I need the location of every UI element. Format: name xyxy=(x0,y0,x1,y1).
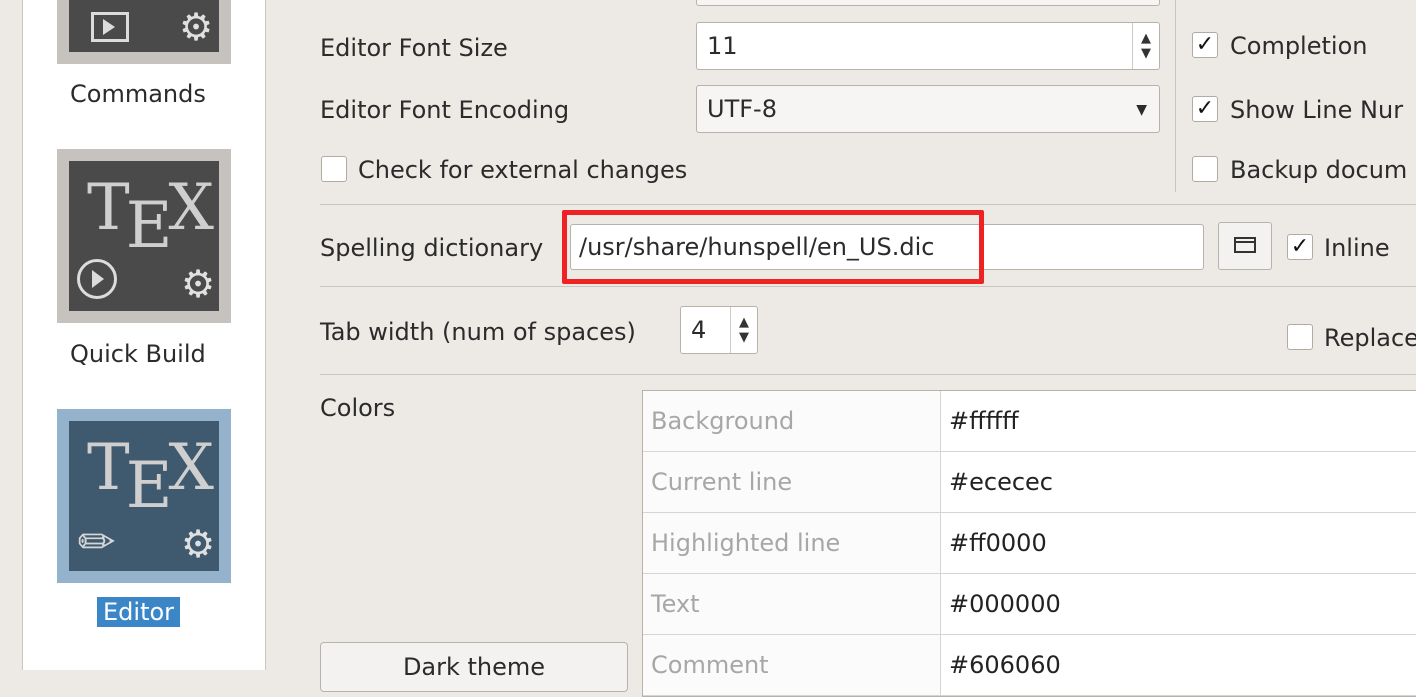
chevron-down-icon: ▼ xyxy=(1136,102,1147,118)
backup-label: Backup docum xyxy=(1230,156,1408,184)
color-name: Background xyxy=(643,391,941,451)
spin-arrows[interactable]: ▲ ▼ xyxy=(1132,23,1159,69)
font-size-value: 11 xyxy=(707,32,738,60)
font-size-label: Editor Font Size xyxy=(320,34,508,62)
table-row[interactable]: Background #ffffff xyxy=(643,391,1416,452)
play-icon xyxy=(91,12,129,42)
inline-label: Inline xyxy=(1324,234,1390,262)
completion-checkbox[interactable]: ✓ xyxy=(1192,32,1218,58)
backup-checkbox[interactable] xyxy=(1192,156,1218,182)
table-row[interactable]: Text #000000 xyxy=(643,574,1416,635)
completion-label: Completion xyxy=(1230,32,1368,60)
tex-logo-icon: TEX xyxy=(87,431,214,523)
spin-arrows[interactable]: ▲ ▼ xyxy=(730,307,757,353)
sidebar-item-label: Commands xyxy=(70,80,206,108)
inline-checkbox[interactable]: ✓ xyxy=(1287,234,1313,260)
sidebar-item-commands[interactable]: ⚙ xyxy=(57,0,231,64)
separator xyxy=(320,286,1416,287)
color-name: Highlighted line xyxy=(643,513,941,573)
chevron-down-icon[interactable]: ▼ xyxy=(1141,46,1151,61)
colors-label: Colors xyxy=(320,394,396,422)
chevron-up-icon[interactable]: ▲ xyxy=(739,315,749,330)
chevron-up-icon[interactable]: ▲ xyxy=(1141,31,1151,46)
quick-build-tile-icon: TEX ⚙ xyxy=(69,161,219,311)
color-name: Current line xyxy=(643,452,941,512)
tab-width-value: 4 xyxy=(691,316,707,344)
folder-icon xyxy=(1234,237,1256,253)
replace-label: Replace xyxy=(1324,324,1416,352)
check-external-label: Check for external changes xyxy=(358,156,688,184)
commands-tile-icon: ⚙ xyxy=(69,0,219,52)
gear-icon: ⚙ xyxy=(181,262,216,306)
sidebar-item-quick-build[interactable]: TEX ⚙ xyxy=(57,149,231,323)
gear-icon: ⚙ xyxy=(181,522,216,566)
replace-checkbox[interactable] xyxy=(1287,324,1313,350)
sidebar-item-editor[interactable]: TEX ✎ ⚙ xyxy=(57,409,231,583)
play-icon xyxy=(77,259,117,299)
show-line-numbers-label: Show Line Nur xyxy=(1230,96,1404,124)
color-value[interactable]: #000000 xyxy=(941,574,1416,634)
show-line-numbers-checkbox[interactable]: ✓ xyxy=(1192,96,1218,122)
colors-table: Background #ffffff Current line #ececec … xyxy=(642,390,1416,697)
check-external-checkbox[interactable] xyxy=(321,156,347,182)
color-value[interactable]: #ff0000 xyxy=(941,513,1416,573)
font-encoding-label: Editor Font Encoding xyxy=(320,96,570,124)
chevron-down-icon[interactable]: ▼ xyxy=(739,330,749,345)
font-encoding-value: UTF-8 xyxy=(707,95,777,123)
editor-font-family-select[interactable] xyxy=(696,0,1160,6)
font-size-spinbox[interactable]: 11 ▲ ▼ xyxy=(696,22,1160,70)
editor-tile-icon: TEX ✎ ⚙ xyxy=(69,421,219,571)
color-value[interactable]: #ffffff xyxy=(941,391,1416,451)
gear-icon: ⚙ xyxy=(179,5,214,49)
table-row[interactable]: Highlighted line #ff0000 xyxy=(643,513,1416,574)
table-row[interactable]: Current line #ececec xyxy=(643,452,1416,513)
sidebar-item-label: Editor xyxy=(97,597,181,627)
separator xyxy=(320,204,1416,205)
sidebar-item-label: Quick Build xyxy=(70,340,206,368)
color-name: Text xyxy=(643,574,941,634)
table-row[interactable]: Comment #606060 xyxy=(643,635,1416,696)
column-separator xyxy=(1175,0,1176,192)
color-value[interactable]: #606060 xyxy=(941,635,1416,695)
font-encoding-select[interactable]: UTF-8 ▼ xyxy=(696,85,1160,133)
tab-width-label: Tab width (num of spaces) xyxy=(320,318,636,346)
separator xyxy=(320,374,1416,375)
spelling-dictionary-label: Spelling dictionary xyxy=(320,234,544,262)
tab-width-spinbox[interactable]: 4 ▲ ▼ xyxy=(680,306,758,354)
tex-logo-icon: TEX xyxy=(87,171,214,263)
dark-theme-button[interactable]: Dark theme xyxy=(320,642,628,692)
color-name: Comment xyxy=(643,635,941,695)
highlight-annotation xyxy=(562,210,984,284)
pencil-icon: ✎ xyxy=(69,511,129,571)
color-value[interactable]: #ececec xyxy=(941,452,1416,512)
browse-dictionary-button[interactable] xyxy=(1218,222,1272,270)
